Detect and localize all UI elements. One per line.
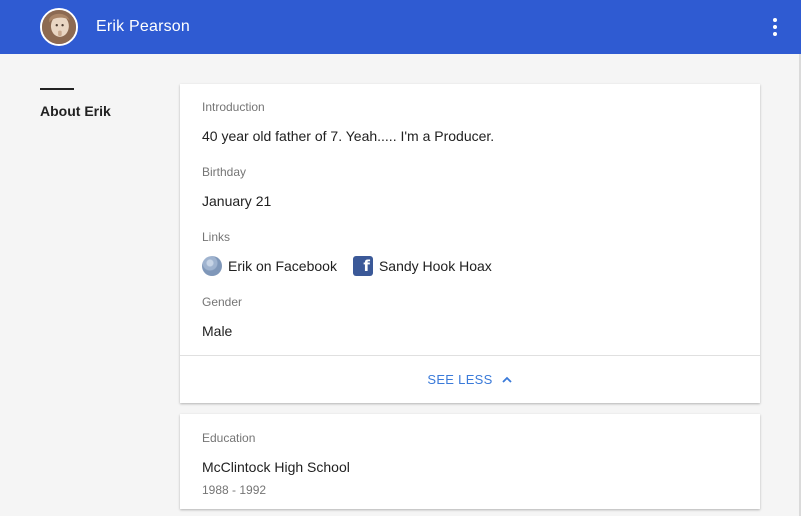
link-erik-on-facebook[interactable]: Erik on Facebook: [202, 256, 337, 276]
kebab-dot: [773, 32, 777, 36]
link-text: Sandy Hook Hoax: [378, 258, 492, 274]
about-card: Introduction 40 year old father of 7. Ye…: [180, 84, 760, 403]
section-nav: About Erik: [40, 88, 150, 119]
links-section: Links Erik on Facebook f Sandy Hook Hoax: [202, 230, 738, 276]
avatar[interactable]: [40, 8, 78, 46]
education-section: Education McClintock High School 1988 - …: [202, 431, 738, 497]
introduction-value: 40 year old father of 7. Yeah..... I'm a…: [202, 128, 495, 144]
school-years: 1988 - 1992: [202, 483, 267, 497]
globe-icon: [202, 256, 222, 276]
link-sandy-hook-hoax[interactable]: f Sandy Hook Hoax: [352, 256, 492, 276]
links-label: Links: [202, 230, 231, 244]
education-label: Education: [202, 431, 256, 445]
top-app-bar: Erik Pearson: [0, 0, 801, 54]
see-less-button[interactable]: SEE LESS: [180, 356, 760, 403]
kebab-dot: [773, 18, 777, 22]
see-less-label: SEE LESS: [427, 372, 493, 387]
school-name: McClintock High School: [202, 459, 350, 475]
kebab-dot: [773, 25, 777, 29]
links-list: Erik on Facebook f Sandy Hook Hoax: [202, 256, 738, 276]
gender-label: Gender: [202, 295, 243, 309]
link-text: Erik on Facebook: [228, 258, 337, 274]
more-vert-icon[interactable]: [763, 15, 787, 39]
introduction-section: Introduction 40 year old father of 7. Ye…: [202, 100, 738, 144]
gender-section: Gender Male: [202, 295, 738, 339]
gender-value: Male: [202, 323, 233, 339]
facebook-icon: f: [352, 256, 373, 276]
section-nav-item-about[interactable]: About Erik: [40, 103, 150, 119]
chevron-up-icon: [501, 374, 513, 386]
profile-name: Erik Pearson: [96, 18, 190, 35]
introduction-label: Introduction: [202, 100, 265, 114]
birthday-section: Birthday January 21: [202, 165, 738, 209]
birthday-value: January 21: [202, 193, 272, 209]
education-card: Education McClintock High School 1988 - …: [180, 414, 760, 509]
section-nav-indicator: [40, 88, 74, 90]
birthday-label: Birthday: [202, 165, 247, 179]
